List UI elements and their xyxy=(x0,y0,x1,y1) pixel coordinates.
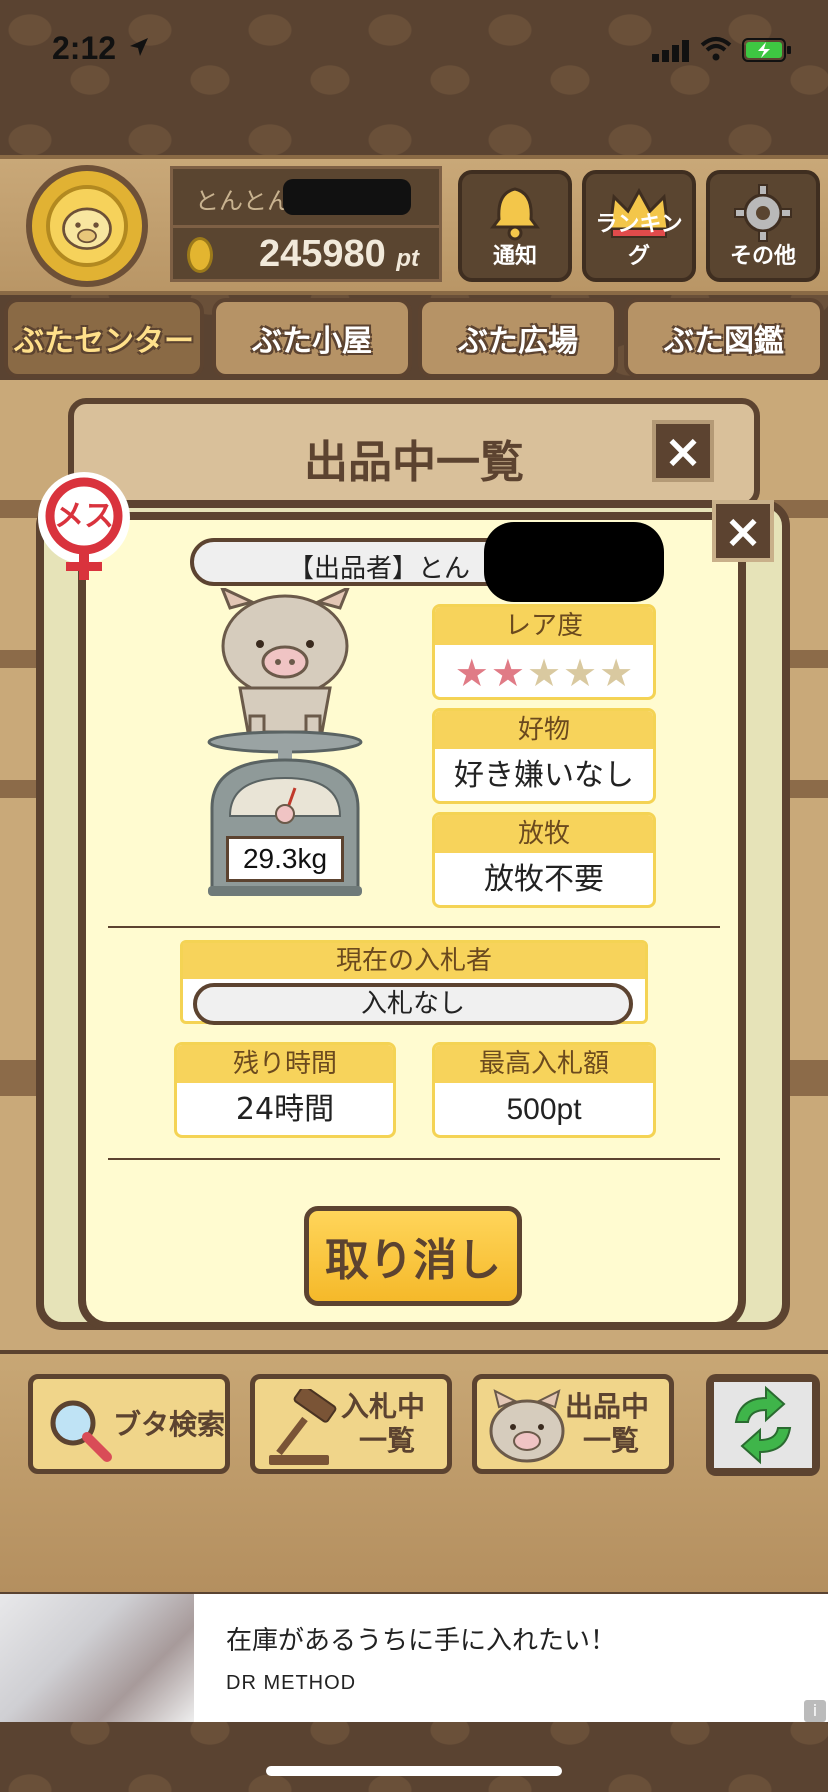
ad-info-icon[interactable]: i xyxy=(804,1700,826,1722)
seller-label: 【出品者】とん xyxy=(288,554,471,584)
gender-label: メス xyxy=(54,499,114,534)
listing-list-button[interactable]: 出品中 一覧 xyxy=(472,1374,674,1474)
cancel-listing-button[interactable]: 取り消し xyxy=(304,1206,522,1306)
highest-bid-box: 最高入札額 500pt xyxy=(432,1042,656,1138)
points-unit: pt xyxy=(396,245,420,272)
pig-search-label: ブタ検索 xyxy=(113,1408,226,1441)
star-filled-icon: ★ xyxy=(490,651,525,695)
grazing-label: 放牧 xyxy=(435,815,653,853)
home-indicator[interactable] xyxy=(266,1766,562,1776)
favorite-value: 好き嫌いなし xyxy=(454,758,634,793)
listing-label-line2: 一覧 xyxy=(583,1424,640,1457)
ad-sponsor[interactable]: DR METHOD xyxy=(226,1672,356,1695)
user-info-panel: とんとん 245980 pt xyxy=(170,166,442,282)
tab-buta-plaza[interactable]: ぶた広場 xyxy=(418,298,618,378)
tab-buta-center[interactable]: ぶたセンター xyxy=(4,298,204,378)
bidding-label-line1: 入札中 xyxy=(341,1390,426,1423)
cellular-signal-icon xyxy=(652,40,689,62)
magnifier-icon xyxy=(50,1400,112,1462)
refresh-icon xyxy=(734,1385,792,1465)
redaction-mark xyxy=(283,179,411,215)
grazing-box: 放牧 放牧不要 xyxy=(432,812,656,908)
remaining-time-value: 24時間 xyxy=(235,1092,335,1127)
points-display: 245980 pt xyxy=(259,233,419,276)
notification-label: 通知 xyxy=(492,244,537,269)
nav-tabs: ぶたセンター ぶた小屋 ぶた広場 ぶた図鑑 xyxy=(0,298,828,380)
tab-buta-hut[interactable]: ぶた小屋 xyxy=(212,298,412,378)
bidding-list-button[interactable]: 入札中 一覧 xyxy=(250,1374,452,1474)
bell-icon xyxy=(490,187,540,241)
gavel-icon xyxy=(269,1389,337,1465)
divider xyxy=(173,225,439,228)
current-bidder-label: 現在の入札者 xyxy=(183,943,645,979)
rarity-label: レア度 xyxy=(435,607,653,645)
current-bidder-value: 入札なし xyxy=(193,983,633,1025)
pig-face-icon xyxy=(489,1389,565,1463)
female-gender-icon: メス xyxy=(38,472,130,580)
remaining-time-label: 残り時間 xyxy=(177,1045,393,1083)
notification-button[interactable]: 通知 xyxy=(458,170,572,282)
location-arrow-icon xyxy=(130,38,148,56)
ad-image[interactable] xyxy=(0,1594,194,1722)
highest-bid-label: 最高入札額 xyxy=(435,1045,653,1083)
points-value: 245980 xyxy=(259,233,386,275)
current-bidder-box: 現在の入札者 入札なし xyxy=(180,940,648,1025)
battery-charging-icon xyxy=(742,38,791,62)
ranking-label: ランキング xyxy=(595,212,683,269)
divider xyxy=(108,926,720,928)
rarity-stars: ★ ★ ★ ★ ★ xyxy=(435,645,653,695)
rarity-box: レア度 ★ ★ ★ ★ ★ xyxy=(432,604,656,700)
status-time: 2:12 xyxy=(52,30,117,66)
other-label: その他 xyxy=(729,244,796,269)
redaction-mark xyxy=(484,522,664,602)
bidding-label-line2: 一覧 xyxy=(359,1424,416,1457)
username: とんとん xyxy=(195,187,291,215)
highest-bid-value: 500pt xyxy=(506,1093,582,1126)
pig-face-icon xyxy=(46,185,128,267)
ad-title[interactable]: 在庫があるうちに手に入れたい！ xyxy=(226,1620,616,1657)
close-list-button[interactable]: × xyxy=(652,420,714,482)
star-empty-icon: ★ xyxy=(526,651,562,695)
favorite-food-box: 好物 好き嫌いなし xyxy=(432,708,656,804)
close-detail-button[interactable]: × xyxy=(712,500,774,562)
star-empty-icon: ★ xyxy=(599,651,634,695)
wifi-icon xyxy=(700,37,732,61)
coin-icon xyxy=(187,237,213,273)
gear-icon xyxy=(734,184,792,242)
star-empty-icon: ★ xyxy=(563,651,598,695)
other-button[interactable]: その他 xyxy=(706,170,820,282)
favorite-label: 好物 xyxy=(435,711,653,749)
player-rank-emblem[interactable] xyxy=(26,165,148,287)
remaining-time-box: 残り時間 24時間 xyxy=(174,1042,396,1138)
listing-label-line1: 出品中 xyxy=(565,1390,650,1423)
refresh-button[interactable] xyxy=(706,1374,820,1476)
star-filled-icon: ★ xyxy=(454,651,489,695)
tab-buta-encyclopedia[interactable]: ぶた図鑑 xyxy=(624,298,824,378)
ad-banner[interactable]: 在庫があるうちに手に入れたい！ DR METHOD i xyxy=(0,1594,828,1722)
pig-search-button[interactable]: ブタ検索 xyxy=(28,1374,230,1474)
status-bar: 2:12 xyxy=(0,0,828,100)
ranking-button[interactable]: ランキング xyxy=(582,170,696,282)
weight-display: 29.3kg xyxy=(226,836,344,882)
divider xyxy=(108,1158,720,1160)
grazing-value: 放牧不要 xyxy=(484,862,604,897)
